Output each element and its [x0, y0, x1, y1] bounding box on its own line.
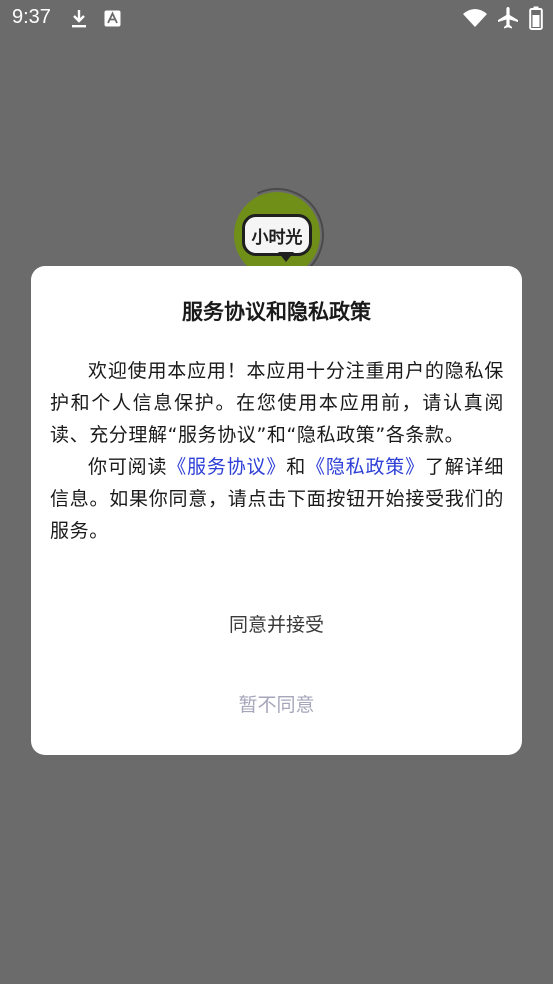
status-bar: 9:37 — [0, 0, 553, 40]
dialog-body: 欢迎使用本应用！本应用十分注重用户的隐私保护和个人信息保护。在您使用本应用前，请… — [50, 355, 504, 547]
agree-button[interactable]: 同意并接受 — [31, 610, 522, 637]
dialog-paragraph-1: 欢迎使用本应用！本应用十分注重用户的隐私保护和个人信息保护。在您使用本应用前，请… — [50, 360, 504, 446]
privacy-policy-link[interactable]: 《隐私政策》 — [306, 456, 425, 478]
p2-prefix: 你可阅读 — [88, 456, 168, 478]
service-agreement-link[interactable]: 《服务协议》 — [167, 456, 286, 478]
download-icon — [72, 10, 86, 28]
dialog-paragraph-2: 你可阅读《服务协议》和《隐私政策》了解详细信息。如果你同意，请点击下面按钮开始接… — [50, 451, 504, 547]
a-badge-icon — [104, 10, 121, 27]
dialog-title: 服务协议和隐私政策 — [182, 300, 371, 324]
and-text: 和 — [286, 456, 307, 478]
battery-icon — [529, 6, 543, 30]
logo-text: 小时光 — [251, 227, 303, 248]
status-time: 9:37 — [12, 6, 51, 28]
wifi-icon — [463, 9, 487, 27]
privacy-dialog: 服务协议和隐私政策 欢迎使用本应用！本应用十分注重用户的隐私保护和个人信息保护。… — [31, 266, 522, 755]
logo-speech-bubble: 小时光 — [242, 214, 312, 256]
logo-bubble-tail — [278, 252, 294, 262]
airplane-icon — [498, 7, 518, 29]
decline-button[interactable]: 暂不同意 — [31, 690, 522, 717]
